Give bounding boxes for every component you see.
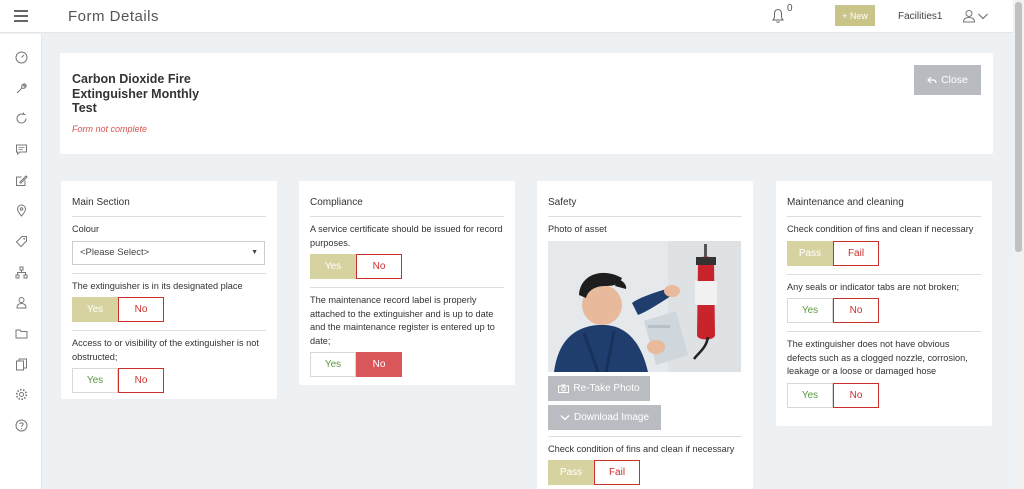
yes-option[interactable]: Yes	[787, 298, 833, 323]
yes-option[interactable]: Yes	[310, 352, 356, 377]
menu-icon[interactable]	[14, 10, 28, 22]
compliance-card: Compliance A service certificate should …	[299, 181, 515, 385]
question-text: Check condition of fins and clean if nec…	[548, 443, 735, 454]
users-icon[interactable]	[15, 296, 28, 309]
pass-fail-toggle: Pass Fail	[787, 240, 981, 266]
access-visibility-question: Access to or visibility of the extinguis…	[72, 331, 266, 401]
no-option[interactable]: No	[356, 254, 402, 279]
comment-icon[interactable]	[15, 143, 28, 156]
no-option[interactable]: No	[118, 297, 164, 322]
fins-condition-question: Check condition of fins and clean if nec…	[787, 217, 981, 275]
yes-option[interactable]: Yes	[72, 297, 118, 322]
chevron-down-icon	[560, 414, 570, 420]
sidebar	[0, 34, 42, 489]
safety-title: Safety	[548, 181, 742, 217]
main-section-card: Main Section Colour <Please Select> ▼ Th…	[61, 181, 277, 399]
folder-icon[interactable]	[15, 327, 28, 340]
yes-no-toggle: Yes No	[310, 352, 504, 377]
no-option[interactable]: No	[833, 298, 879, 323]
close-label: Close	[941, 74, 968, 86]
fins-condition-question: Check condition of fins and clean if nec…	[548, 437, 742, 489]
maintenance-title: Maintenance and cleaning	[787, 181, 981, 217]
colour-select-value: <Please Select>	[80, 247, 150, 258]
retake-photo-button[interactable]: Re-Take Photo	[548, 375, 650, 401]
page-title: Form Details	[68, 8, 160, 25]
pass-fail-toggle: Pass Fail	[548, 460, 742, 485]
camera-icon	[558, 384, 570, 393]
service-certificate-question: A service certificate should be issued f…	[310, 217, 504, 288]
new-button[interactable]: + New	[835, 5, 875, 26]
colour-label: Colour	[72, 224, 100, 234]
question-text: Check condition of fins and clean if nec…	[787, 224, 974, 234]
refresh-icon[interactable]	[15, 112, 28, 125]
top-bar: Form Details 0 + New Facilities1	[0, 0, 1024, 33]
defects-question: The extinguisher does not have obvious d…	[787, 332, 981, 416]
notification-count: 0	[787, 3, 793, 14]
safety-card: Safety Photo of asset Re-Take Photo Down…	[537, 181, 753, 489]
tag-icon[interactable]	[15, 235, 28, 248]
colour-select[interactable]: <Please Select> ▼	[72, 240, 265, 265]
bell-icon[interactable]	[771, 8, 785, 24]
pass-option[interactable]: Pass	[548, 460, 594, 485]
form-name: Carbon Dioxide Fire Extinguisher Monthly…	[72, 72, 200, 115]
photo-label: Photo of asset	[548, 224, 607, 234]
form-status: Form not complete	[72, 124, 148, 134]
main-section-title: Main Section	[72, 181, 266, 217]
designated-place-question: The extinguisher is in its designated pl…	[72, 274, 266, 331]
question-text: The extinguisher is in its designated pl…	[72, 280, 243, 291]
yes-no-toggle: Yes No	[72, 368, 266, 393]
user-icon[interactable]	[962, 9, 976, 23]
asset-photo	[548, 240, 741, 372]
page-scrollbar[interactable]	[1013, 0, 1024, 489]
question-text: The extinguisher does not have obvious d…	[787, 339, 968, 376]
map-pin-icon[interactable]	[15, 204, 28, 217]
scrollbar-thumb[interactable]	[1015, 2, 1022, 252]
yes-no-toggle: Yes No	[787, 382, 981, 408]
fail-option[interactable]: Fail	[833, 240, 879, 266]
download-label: Download Image	[573, 411, 650, 423]
seals-question: Any seals or indicator tabs are not brok…	[787, 275, 981, 332]
user-name[interactable]: Facilities1	[898, 11, 942, 22]
retake-label: Re-Take Photo	[573, 382, 640, 394]
compliance-title: Compliance	[310, 181, 504, 217]
dashboard-gauge-icon[interactable]	[15, 51, 28, 64]
maintenance-record-question: The maintenance record label is properly…	[310, 288, 504, 385]
asset-photo-image	[548, 240, 741, 372]
no-option[interactable]: No	[356, 352, 402, 377]
yes-option[interactable]: Yes	[310, 254, 356, 279]
yes-option[interactable]: Yes	[72, 368, 118, 393]
caret-down-icon: ▼	[251, 249, 258, 256]
question-text: Any seals or indicator tabs are not brok…	[787, 281, 960, 292]
question-text: A service certificate should be issued f…	[310, 224, 503, 248]
yes-no-toggle: Yes No	[72, 297, 266, 322]
maintenance-card: Maintenance and cleaning Check condition…	[776, 181, 992, 426]
form-header-card: Carbon Dioxide Fire Extinguisher Monthly…	[60, 53, 993, 154]
documents-icon[interactable]	[15, 358, 28, 371]
help-icon[interactable]	[15, 419, 28, 432]
question-text: Access to or visibility of the extinguis…	[72, 338, 259, 362]
hierarchy-icon[interactable]	[15, 266, 28, 279]
chevron-down-icon[interactable]	[977, 11, 989, 21]
yes-no-toggle: Yes No	[310, 254, 504, 279]
wrench-icon[interactable]	[15, 82, 28, 95]
photo-question: Photo of asset Re-Take Photo Download Im…	[548, 217, 742, 437]
edit-icon[interactable]	[15, 174, 28, 187]
download-image-button[interactable]: Download Image	[548, 404, 661, 430]
fail-option[interactable]: Fail	[594, 460, 640, 485]
colour-question: Colour <Please Select> ▼	[72, 217, 266, 274]
pass-option[interactable]: Pass	[787, 240, 833, 266]
no-option[interactable]: No	[833, 382, 879, 408]
close-button[interactable]: Close	[914, 65, 981, 95]
no-option[interactable]: No	[118, 368, 164, 393]
gear-icon[interactable]	[15, 388, 28, 401]
question-text: The maintenance record label is properly…	[310, 295, 495, 346]
yes-option[interactable]: Yes	[787, 382, 833, 408]
yes-no-toggle: Yes No	[787, 298, 981, 323]
reply-arrow-icon	[927, 76, 937, 84]
